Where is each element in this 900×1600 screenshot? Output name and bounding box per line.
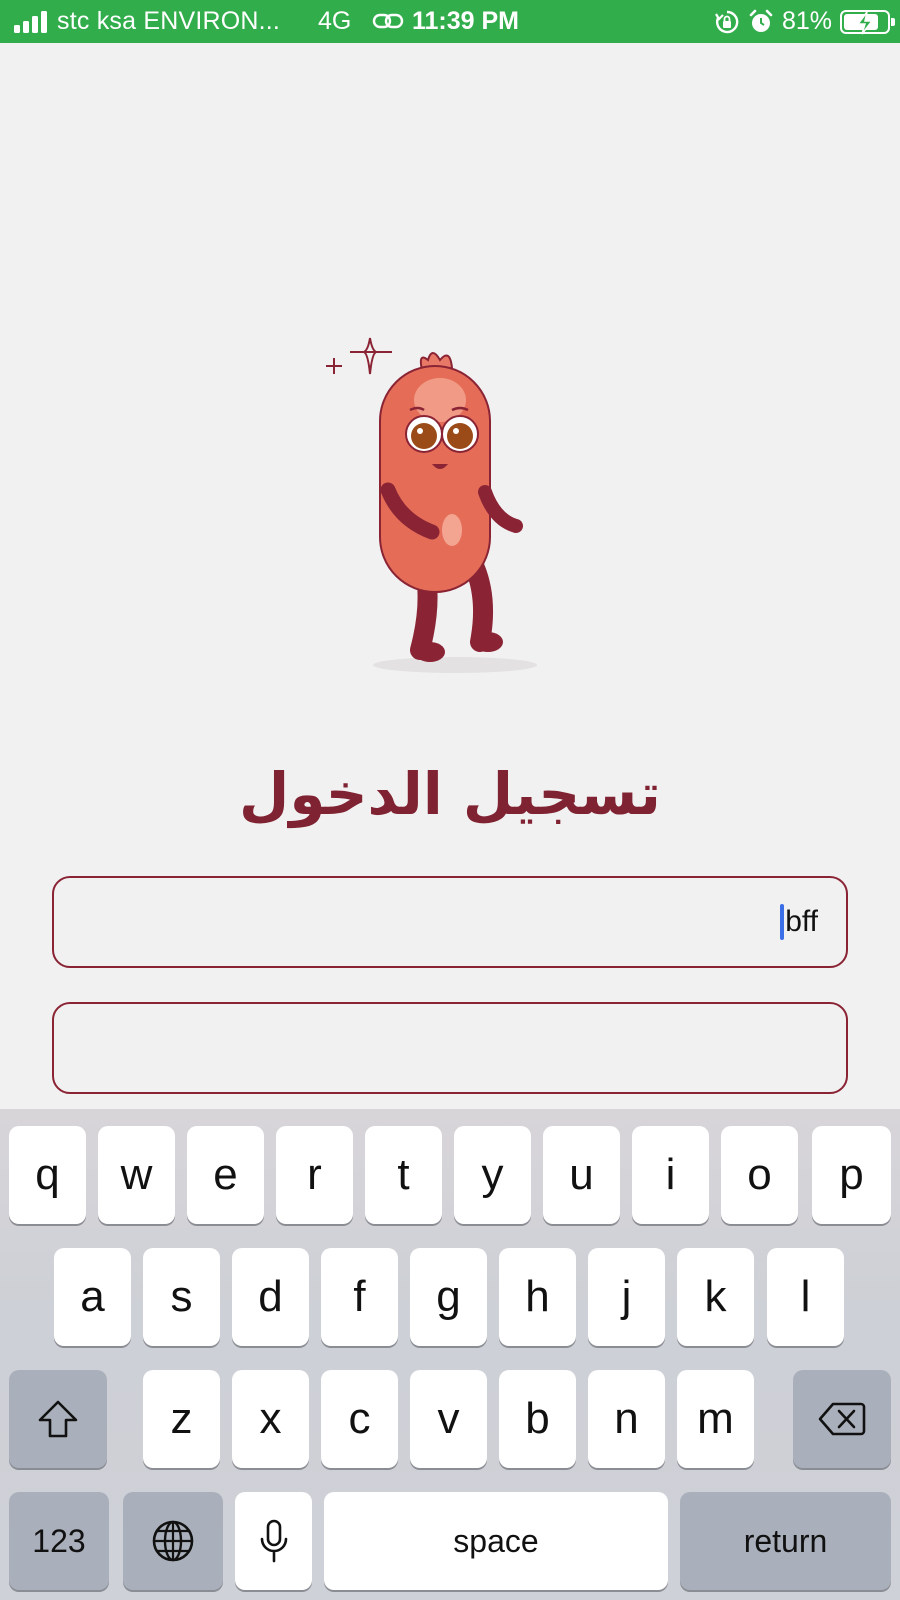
key-x[interactable]: x <box>232 1370 309 1468</box>
globe-key[interactable] <box>123 1492 223 1590</box>
key-a[interactable]: a <box>54 1248 131 1346</box>
key-c[interactable]: c <box>321 1370 398 1468</box>
key-t[interactable]: t <box>365 1126 442 1224</box>
microphone-icon <box>260 1519 287 1563</box>
key-v[interactable]: v <box>410 1370 487 1468</box>
key-o[interactable]: o <box>721 1126 798 1224</box>
battery-charging-icon <box>840 9 895 34</box>
space-key[interactable]: space <box>324 1492 668 1590</box>
return-key[interactable]: return <box>680 1492 891 1590</box>
key-d[interactable]: d <box>232 1248 309 1346</box>
key-e[interactable]: e <box>187 1126 264 1224</box>
on-screen-keyboard: q w e r t y u i o p a s d f g h j k l z … <box>0 1109 900 1600</box>
link-icon <box>372 13 404 29</box>
shift-icon <box>38 1400 78 1438</box>
key-g[interactable]: g <box>410 1248 487 1346</box>
key-b[interactable]: b <box>499 1370 576 1468</box>
key-q[interactable]: q <box>9 1126 86 1224</box>
backspace-key[interactable] <box>793 1370 891 1468</box>
key-h[interactable]: h <box>499 1248 576 1346</box>
numbers-key[interactable]: 123 <box>9 1492 109 1590</box>
key-y[interactable]: y <box>454 1126 531 1224</box>
rotation-lock-icon <box>715 10 739 33</box>
battery-percent: 81% <box>781 7 832 35</box>
shift-key[interactable] <box>9 1370 107 1468</box>
carrier-name: stc ksa ENVIRON... <box>57 7 281 35</box>
backspace-icon <box>818 1402 866 1436</box>
network-type: 4G <box>318 7 352 35</box>
key-p[interactable]: p <box>812 1126 891 1224</box>
username-input[interactable]: bff <box>52 876 848 968</box>
status-time: 11:39 PM <box>412 7 520 35</box>
key-n[interactable]: n <box>588 1370 665 1468</box>
signal-icon <box>14 10 47 33</box>
key-s[interactable]: s <box>143 1248 220 1346</box>
key-f[interactable]: f <box>321 1248 398 1346</box>
key-r[interactable]: r <box>276 1126 353 1224</box>
key-w[interactable]: w <box>98 1126 175 1224</box>
key-j[interactable]: j <box>588 1248 665 1346</box>
key-z[interactable]: z <box>143 1370 220 1468</box>
globe-icon <box>152 1520 194 1562</box>
status-bar: stc ksa ENVIRON... 4G 11:39 PM 81% <box>0 0 900 43</box>
key-u[interactable]: u <box>543 1126 620 1224</box>
key-m[interactable]: m <box>677 1370 754 1468</box>
username-value: bff <box>785 905 818 938</box>
mascot-illustration <box>326 337 537 673</box>
text-caret <box>780 904 785 940</box>
password-input[interactable] <box>52 1002 848 1094</box>
login-title: تسجيل الدخول <box>239 760 661 828</box>
key-k[interactable]: k <box>677 1248 754 1346</box>
alarm-icon <box>749 9 773 32</box>
microphone-key[interactable] <box>235 1492 312 1590</box>
key-l[interactable]: l <box>767 1248 844 1346</box>
key-i[interactable]: i <box>632 1126 709 1224</box>
